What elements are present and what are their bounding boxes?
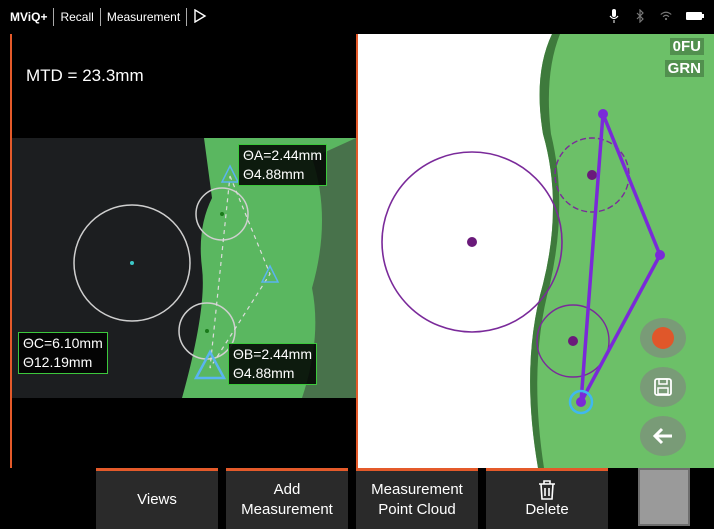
measurement-label-a[interactable]: ΘA=2.44mm Θ4.88mm: [238, 144, 327, 186]
record-icon: [652, 327, 674, 349]
measurement-label-b[interactable]: ΘB=2.44mm Θ4.88mm: [228, 343, 317, 385]
label-b-line2: Θ4.88mm: [233, 365, 295, 381]
view-badge-bottom: GRN: [664, 60, 704, 77]
status-icons: [608, 9, 704, 23]
add-label-line1: Add: [273, 481, 301, 498]
measurement-point-cloud-button[interactable]: Measurement Point Cloud: [356, 468, 478, 529]
add-label-line2: Measurement: [241, 501, 333, 518]
bluetooth-icon: [636, 9, 644, 23]
microphone-icon: [609, 9, 619, 23]
breadcrumb-measurement[interactable]: Measurement: [101, 10, 186, 24]
brand-label: MViQ+: [10, 10, 48, 24]
breadcrumb-recall[interactable]: Recall: [54, 10, 99, 24]
views-label: Views: [137, 491, 177, 508]
pc-label-line2: Point Cloud: [378, 501, 456, 518]
label-b-line1: ΘB=2.44mm: [233, 346, 312, 362]
back-arrow-icon: [652, 427, 672, 445]
mtd-readout: MTD = 23.3mm: [26, 66, 144, 85]
wifi-icon: [660, 11, 672, 21]
save-button[interactable]: [640, 367, 686, 407]
back-button[interactable]: [640, 416, 686, 456]
pc-label-line1: Measurement: [371, 481, 463, 498]
measurement-label-c[interactable]: ΘC=6.10mm Θ12.19mm: [18, 332, 108, 374]
thumbnail-button[interactable]: [638, 468, 690, 526]
save-icon: [654, 378, 672, 396]
delete-button[interactable]: Delete: [486, 468, 608, 529]
views-button[interactable]: Views: [96, 468, 218, 529]
delete-label: Delete: [525, 501, 569, 518]
label-a-line2: Θ4.88mm: [243, 166, 305, 182]
record-button[interactable]: [640, 318, 686, 358]
view-badge-top: 0FU: [669, 38, 704, 55]
label-c-line2: Θ12.19mm: [23, 354, 93, 370]
battery-icon: [686, 12, 704, 20]
play-outline-icon[interactable]: [187, 8, 213, 26]
trash-icon: [539, 480, 555, 500]
top-bar: MViQ+ Recall Measurement: [0, 0, 714, 34]
label-a-line1: ΘA=2.44mm: [243, 147, 322, 163]
add-measurement-button[interactable]: Add Measurement: [226, 468, 348, 529]
label-c-line1: ΘC=6.10mm: [23, 335, 103, 351]
